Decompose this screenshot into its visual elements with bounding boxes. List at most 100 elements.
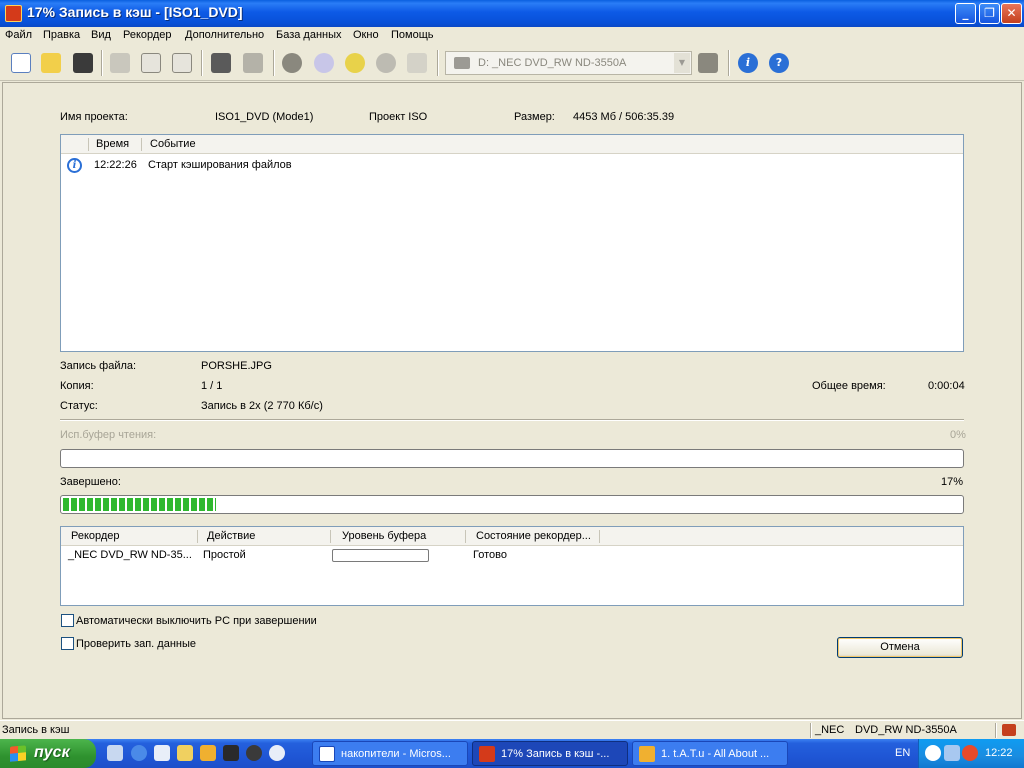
menu-window[interactable]: Окно (353, 29, 379, 41)
menu-extras[interactable]: Дополнительно (185, 29, 264, 41)
toolbar-separator (273, 50, 275, 76)
total-time-label: Общее время: (812, 380, 886, 392)
help-icon[interactable]: ? (766, 50, 792, 76)
system-tray: 12:22 (918, 739, 1024, 768)
status-bar: Запись в кэш _NEC DVD_RW ND-3550A (0, 720, 1024, 739)
menu-database[interactable]: База данных (276, 29, 342, 41)
project-type: Проект ISO (369, 111, 428, 123)
drive-select[interactable]: D: _NEC DVD_RW ND-3550A ▼ (445, 51, 692, 75)
recorder-buffer-bar (332, 549, 429, 562)
recorder-list[interactable]: Рекордер Действие Уровень буфера Состоян… (60, 526, 964, 606)
menu-help[interactable]: Помощь (391, 29, 434, 41)
copy-disc-icon[interactable] (311, 50, 337, 76)
column-separator (141, 138, 142, 151)
toolbar-separator (728, 50, 730, 76)
status-bar-text: Запись в кэш (2, 724, 70, 736)
toolbar-separator (201, 50, 203, 76)
maximize-button[interactable]: ❐ (979, 3, 1000, 24)
writing-file-value: PORSHE.JPG (201, 360, 272, 372)
recorder-action: Простой (203, 549, 246, 561)
paste-icon[interactable] (169, 50, 195, 76)
column-event[interactable]: Событие (150, 138, 196, 150)
app-quick-icon[interactable] (223, 745, 239, 761)
menu-file[interactable]: Файл (5, 29, 32, 41)
task-word-label: накопители - Micros... (341, 748, 451, 760)
open-icon[interactable] (38, 50, 64, 76)
folder-icon[interactable] (404, 50, 430, 76)
info-icon[interactable]: i (735, 50, 761, 76)
auto-shutdown-label[interactable]: Автоматически выключить PC при завершени… (76, 615, 317, 627)
task-nero-label: 17% Запись в кэш -... (501, 748, 610, 760)
copy-icon[interactable] (138, 50, 164, 76)
copy-value: 1 / 1 (201, 380, 223, 392)
edit-icon[interactable] (208, 50, 234, 76)
info-icon: i (67, 158, 82, 173)
task-winamp[interactable]: 1. t.A.T.u - All About ... (632, 741, 788, 766)
toolbar-separator (437, 50, 439, 76)
menu-edit[interactable]: Правка (43, 29, 80, 41)
eject-icon[interactable] (373, 50, 399, 76)
menu-view[interactable]: Вид (91, 29, 111, 41)
drive-select-value: D: _NEC DVD_RW ND-3550A (478, 57, 627, 69)
task-word[interactable]: накопители - Micros... (312, 741, 468, 766)
drive-info-icon[interactable] (695, 50, 721, 76)
start-button[interactable]: пуск (0, 739, 96, 768)
skull-icon[interactable] (246, 745, 262, 761)
writing-file-label: Запись файла: (60, 360, 137, 372)
nero-icon (479, 746, 495, 762)
clock[interactable]: 12:22 (985, 747, 1013, 759)
tray-expand-icon[interactable] (925, 745, 941, 761)
event-log[interactable]: Время Событие i 12:22:26 Старт кэширован… (60, 134, 964, 352)
chevron-down-icon[interactable]: ▼ (674, 53, 690, 73)
tools-icon[interactable] (240, 50, 266, 76)
window-title: 17% Запись в кэш - [ISO1_DVD] (27, 4, 243, 20)
column-buffer-level[interactable]: Уровень буфера (342, 530, 426, 542)
cut-icon[interactable] (107, 50, 133, 76)
size-label: Размер: (514, 111, 555, 123)
status-value: Запись в 2x (2 770 Кб/с) (201, 400, 323, 412)
toolbar-separator (101, 50, 103, 76)
verify-checkbox[interactable] (61, 637, 74, 650)
minimize-button[interactable]: _ (955, 3, 976, 24)
drive-icon (454, 57, 470, 69)
tray-close-icon[interactable] (962, 745, 978, 761)
column-separator (330, 530, 331, 543)
show-desktop-icon[interactable] (107, 745, 123, 761)
winamp-quick-icon[interactable] (200, 745, 216, 761)
player-icon[interactable] (269, 745, 285, 761)
column-time[interactable]: Время (96, 138, 129, 150)
total-time-value: 0:00:04 (928, 380, 965, 392)
read-buffer-bar (60, 449, 964, 468)
recorder-list-header: Рекордер Действие Уровень буфера Состоян… (61, 527, 963, 546)
burn-icon[interactable] (279, 50, 305, 76)
verify-label[interactable]: Проверить зап. данные (76, 638, 196, 650)
word-icon (319, 746, 335, 762)
auto-shutdown-checkbox[interactable] (61, 614, 74, 627)
status-separator (810, 723, 812, 738)
save-icon[interactable] (70, 50, 96, 76)
status-label: Статус: (60, 400, 98, 412)
column-separator (88, 138, 89, 151)
language-indicator[interactable]: EN (895, 747, 910, 759)
network-icon[interactable] (944, 745, 960, 761)
column-action[interactable]: Действие (207, 530, 255, 542)
explorer-icon[interactable] (177, 745, 193, 761)
column-recorder-state[interactable]: Состояние рекордер... (476, 530, 591, 542)
log-event: Старт кэширования файлов (148, 159, 292, 171)
new-icon[interactable] (8, 50, 34, 76)
cancel-button[interactable]: Отмена (837, 637, 963, 658)
task-nero[interactable]: 17% Запись в кэш -... (472, 741, 628, 766)
project-name-value: ISO1_DVD (Mode1) (215, 111, 314, 123)
log-time: 12:22:26 (94, 159, 137, 171)
close-button[interactable]: ✕ (1001, 3, 1022, 24)
column-recorder[interactable]: Рекордер (71, 530, 120, 542)
nero-app-icon[interactable] (5, 5, 22, 22)
recorder-state: Готово (473, 549, 507, 561)
media-icon[interactable] (154, 745, 170, 761)
ie-icon[interactable] (131, 745, 147, 761)
title-bar[interactable]: 17% Запись в кэш - [ISO1_DVD] _ ❐ ✕ (0, 0, 1024, 27)
disc-info-icon[interactable] (342, 50, 368, 76)
menu-recorder[interactable]: Рекордер (123, 29, 172, 41)
completed-label: Завершено: (60, 476, 121, 488)
completed-percent: 17% (941, 476, 964, 488)
